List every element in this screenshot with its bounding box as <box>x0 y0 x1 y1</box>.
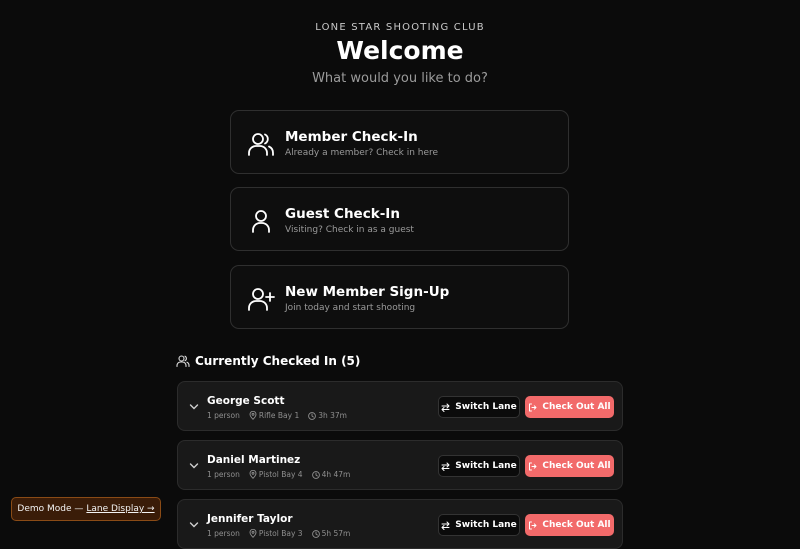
duration: 3h 37m <box>318 411 347 420</box>
users-icon <box>176 355 190 368</box>
demo-mode-badge: Demo Mode — Lane Display → <box>11 497 161 521</box>
page-title: Welcome <box>336 36 464 65</box>
party-size: 1 person <box>207 411 240 420</box>
option-subtitle: Already a member? Check in here <box>285 148 439 158</box>
check-out-all-button[interactable]: Check Out All <box>525 396 614 418</box>
switch-lane-button[interactable]: Switch Lane <box>438 455 520 477</box>
new-member-sign-up-button[interactable]: New Member Sign-Up Join today and start … <box>230 265 569 329</box>
map-pin-icon <box>249 529 257 538</box>
option-title: Guest Check-In <box>285 206 400 222</box>
option-subtitle: Visiting? Check in as a guest <box>285 225 414 235</box>
lane-name: Pistol Bay 3 <box>258 529 303 538</box>
party-size: 1 person <box>207 529 240 538</box>
table-row[interactable]: George Scott 1 person Rifle Bay 1 3h 37m… <box>177 381 623 431</box>
option-subtitle: Join today and start shooting <box>285 303 416 313</box>
check-out-all-button[interactable]: Check Out All <box>525 455 614 477</box>
member-name: Daniel Martinez <box>207 454 301 466</box>
demo-mode-text: Demo Mode — <box>17 504 84 514</box>
option-title: Member Check-In <box>285 129 418 145</box>
chevron-down-icon[interactable] <box>189 403 199 411</box>
member-name: George Scott <box>207 395 285 407</box>
clock-icon <box>311 470 320 479</box>
switch-arrows-icon <box>441 403 450 412</box>
lane-name: Pistol Bay 4 <box>258 470 303 479</box>
option-title: New Member Sign-Up <box>285 284 450 300</box>
club-name: LONE STAR SHOOTING CLUB <box>315 22 485 33</box>
duration: 5h 57m <box>321 529 351 538</box>
row-meta: 1 person Pistol Bay 4 4h 47m <box>207 470 350 479</box>
party-size: 1 person <box>207 470 240 479</box>
clock-icon <box>311 529 320 538</box>
switch-lane-label: Switch Lane <box>455 402 517 412</box>
users-icon <box>248 133 274 156</box>
chevron-down-icon[interactable] <box>189 521 199 529</box>
page-prompt: What would you like to do? <box>312 71 488 86</box>
table-row[interactable]: Jennifer Taylor 1 person Pistol Bay 3 5h… <box>177 499 623 549</box>
member-check-in-button[interactable]: Member Check-In Already a member? Check … <box>230 110 569 174</box>
duration: 4h 47m <box>321 470 351 479</box>
guest-check-in-button[interactable]: Guest Check-In Visiting? Check in as a g… <box>230 187 569 251</box>
row-meta: 1 person Rifle Bay 1 3h 37m <box>207 411 347 420</box>
logout-icon <box>529 403 537 411</box>
map-pin-icon <box>249 470 257 479</box>
switch-arrows-icon <box>441 521 450 530</box>
lane-display-link[interactable]: Lane Display → <box>86 504 154 514</box>
switch-lane-label: Switch Lane <box>455 461 517 471</box>
map-pin-icon <box>249 411 257 420</box>
switch-lane-button[interactable]: Switch Lane <box>438 396 520 418</box>
row-meta: 1 person Pistol Bay 3 5h 57m <box>207 529 350 538</box>
section-title: Currently Checked In (5) <box>195 354 361 368</box>
logout-icon <box>529 521 537 529</box>
clock-icon <box>308 411 317 420</box>
table-row[interactable]: Daniel Martinez 1 person Pistol Bay 4 4h… <box>177 440 623 490</box>
member-name: Jennifer Taylor <box>207 513 293 525</box>
user-icon <box>252 210 270 233</box>
chevron-down-icon[interactable] <box>189 462 199 470</box>
check-out-all-label: Check Out All <box>542 520 611 530</box>
switch-arrows-icon <box>441 462 450 471</box>
check-out-all-label: Check Out All <box>542 402 611 412</box>
check-out-all-label: Check Out All <box>542 461 611 471</box>
user-plus-icon <box>248 288 275 311</box>
logout-icon <box>529 462 537 470</box>
switch-lane-label: Switch Lane <box>455 520 517 530</box>
lane-name: Rifle Bay 1 <box>258 411 300 420</box>
